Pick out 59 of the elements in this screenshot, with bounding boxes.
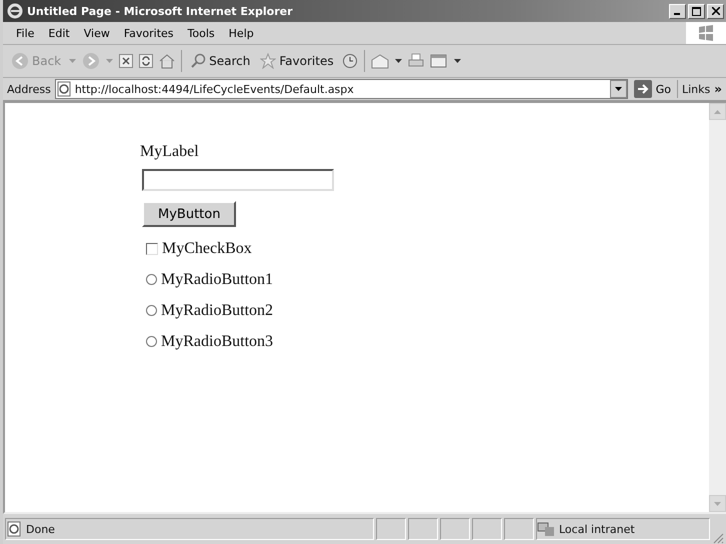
star-icon (260, 53, 276, 69)
browser-icon (7, 3, 23, 19)
checkbox[interactable] (146, 242, 158, 254)
menu-item[interactable]: View (76, 26, 117, 40)
address-field[interactable]: http://localhost:4494/LifeCycleEvents/Default.aspx (54, 79, 628, 99)
close-icon (712, 7, 720, 15)
links-label[interactable]: Links (682, 82, 710, 96)
checkbox-label: MyCheckBox (162, 240, 252, 258)
radio-button[interactable] (146, 336, 157, 347)
refresh-icon[interactable] (139, 54, 154, 68)
home-icon[interactable] (159, 53, 176, 69)
address-label: Address (7, 82, 51, 96)
search-button[interactable]: Search (188, 53, 252, 69)
menu-item[interactable]: Tools (180, 26, 222, 40)
favorites-button[interactable]: Favorites (258, 53, 336, 69)
resize-grip-icon[interactable] (712, 532, 724, 544)
more-chevron[interactable]: » (714, 82, 722, 96)
caret-icon (69, 59, 76, 63)
window-title: Untitled Page - Microsoft Internet Explorer (27, 4, 292, 18)
maximize-icon (692, 6, 701, 16)
radio-label: MyRadioButton1 (161, 270, 274, 288)
menu-item[interactable]: Help (222, 26, 261, 40)
edit-page-icon[interactable] (430, 53, 448, 69)
submit-button[interactable]: MyButton (142, 201, 236, 227)
caret-icon (394, 59, 402, 63)
radio-label: MyRadioButton2 (161, 302, 274, 320)
close-button[interactable] (707, 4, 724, 18)
go-button[interactable]: Go (632, 80, 678, 98)
up-arrow-icon (714, 110, 721, 114)
mail-icon[interactable] (370, 53, 389, 69)
printer-icon[interactable] (408, 53, 424, 69)
status-pane (504, 518, 534, 540)
radio-label: MyRadioButton3 (161, 332, 274, 350)
stop-icon[interactable] (119, 54, 134, 68)
radio-button[interactable] (146, 305, 157, 316)
caret-icon (614, 87, 622, 91)
text-field[interactable] (142, 169, 334, 191)
radio-button[interactable] (146, 274, 157, 285)
minimize-button[interactable] (669, 4, 686, 18)
status-pane (472, 518, 502, 540)
dropdown-button[interactable] (610, 80, 627, 98)
menu-item[interactable]: Edit (41, 26, 77, 40)
zone-text: Local intranet (559, 522, 635, 536)
history-icon[interactable] (342, 53, 358, 69)
page-icon (56, 81, 72, 97)
maximize-button[interactable] (688, 4, 705, 18)
menu-item[interactable]: Favorites (116, 26, 181, 40)
status-pane (376, 518, 406, 540)
status-pane (440, 518, 470, 540)
menu-item[interactable]: File (9, 26, 42, 40)
down-arrow-icon (714, 502, 721, 506)
status-text: Done (26, 522, 55, 536)
page-icon (6, 521, 22, 537)
status-pane (408, 518, 438, 540)
windows-logo-icon (697, 24, 715, 42)
label-text: MyLabel (140, 143, 199, 161)
caret-icon (454, 59, 461, 63)
caret-icon (106, 59, 114, 63)
search-icon (190, 53, 206, 69)
